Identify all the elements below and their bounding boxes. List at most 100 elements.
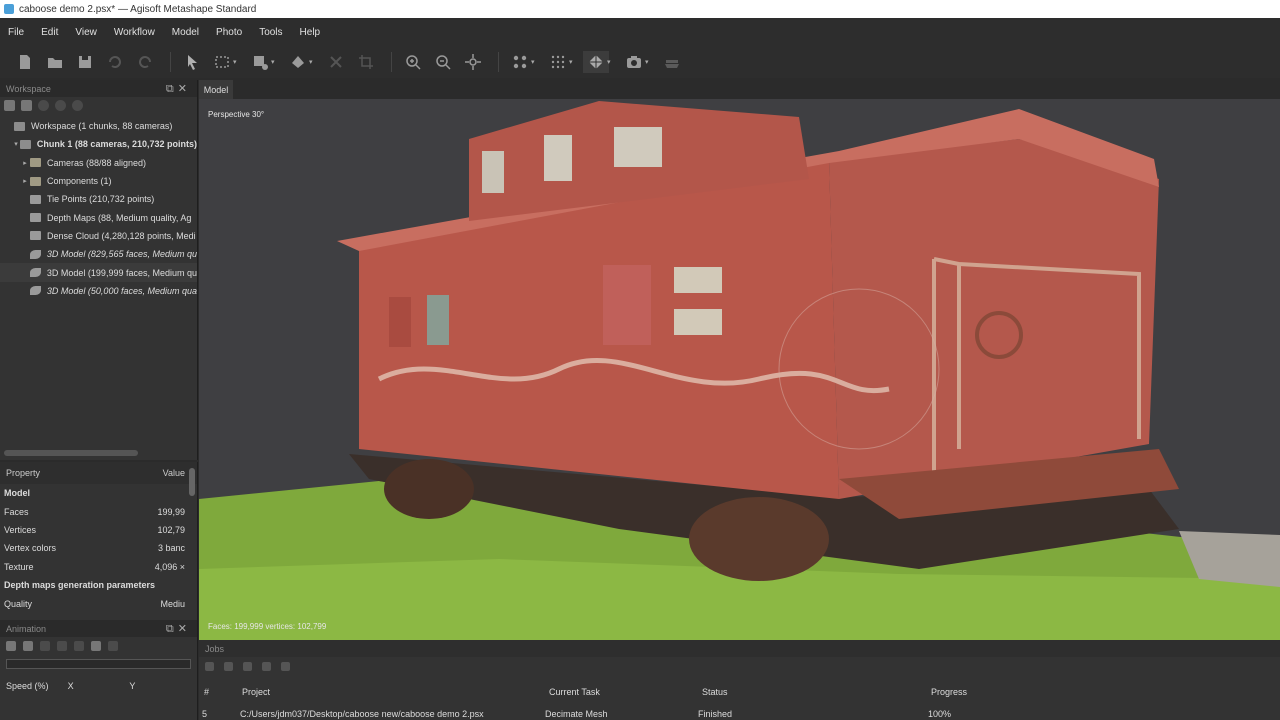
tree-item[interactable]: 3D Model (50,000 faces, Medium qua bbox=[0, 282, 197, 300]
zoom-in-icon[interactable] bbox=[400, 51, 426, 73]
y-column-header: Y bbox=[129, 681, 136, 691]
side-panel bbox=[603, 265, 651, 345]
property-row[interactable]: Texture 4,096 × bbox=[0, 558, 197, 576]
chevron-down-icon[interactable]: ▾ bbox=[233, 58, 241, 66]
remove-item-icon[interactable] bbox=[38, 99, 49, 111]
property-group-row[interactable]: Depth maps generation parameters bbox=[0, 576, 197, 594]
remove-job-icon[interactable] bbox=[243, 661, 252, 671]
settings-gear-icon[interactable] bbox=[91, 641, 101, 651]
property-value: Mediu bbox=[160, 598, 185, 609]
tree-item[interactable]: Workspace (1 chunks, 88 cameras) bbox=[0, 117, 197, 135]
property-row[interactable]: Vertices 102,79 bbox=[0, 521, 197, 539]
tree-item[interactable]: 3D Model (829,565 faces, Medium qu bbox=[0, 245, 197, 263]
point-cloud-icon[interactable] bbox=[507, 51, 533, 73]
chevron-down-icon[interactable]: ▾ bbox=[531, 58, 539, 66]
model-tab-bar: Model bbox=[199, 80, 1280, 99]
undo-icon[interactable] bbox=[102, 51, 128, 73]
workspace-hscrollbar[interactable] bbox=[4, 450, 138, 456]
side-window bbox=[427, 295, 449, 345]
menu-file[interactable]: File bbox=[8, 27, 24, 38]
panel-float-close-icon[interactable]: ⧉✕ bbox=[166, 622, 191, 636]
layers-icon[interactable] bbox=[659, 51, 685, 73]
model-view-icon[interactable] bbox=[583, 51, 609, 73]
menu-photo[interactable]: Photo bbox=[216, 27, 242, 38]
menu-help[interactable]: Help bbox=[300, 27, 321, 38]
wheel-truck-front bbox=[384, 459, 474, 519]
property-group-row[interactable]: Model bbox=[0, 484, 197, 502]
tree-node-icon bbox=[29, 249, 41, 259]
resize-region-icon[interactable] bbox=[247, 51, 273, 73]
new-file-icon[interactable] bbox=[12, 51, 38, 73]
table-row[interactable]: 5 C:/Users/jdm037/Desktop/caboose new/ca… bbox=[199, 709, 1280, 720]
expand-arrow-icon[interactable]: ▸ bbox=[20, 159, 30, 167]
property-row[interactable]: Quality Mediu bbox=[0, 594, 197, 612]
tree-item[interactable]: Tie Points (210,732 points) bbox=[0, 190, 197, 208]
menu-model[interactable]: Model bbox=[172, 27, 199, 38]
add-keyframe-icon[interactable] bbox=[108, 641, 118, 651]
move-down-icon[interactable] bbox=[281, 661, 290, 671]
menu-edit[interactable]: Edit bbox=[41, 27, 58, 38]
tree-item-label: Workspace (1 chunks, 88 cameras) bbox=[31, 121, 173, 132]
caboose-3d-model[interactable] bbox=[199, 99, 1280, 640]
expand-arrow-icon[interactable]: ▸ bbox=[20, 177, 30, 185]
tree-node-icon bbox=[29, 286, 41, 296]
rotate-object-icon[interactable] bbox=[285, 51, 311, 73]
move-up-icon[interactable] bbox=[262, 661, 271, 671]
stop-job-icon[interactable] bbox=[224, 661, 233, 671]
play-icon[interactable] bbox=[57, 641, 67, 651]
model-stats-label: Faces: 199,999 vertices: 102,799 bbox=[208, 622, 327, 631]
tree-node-icon bbox=[14, 121, 25, 131]
tree-item[interactable]: ▸ Components (1) bbox=[0, 172, 197, 190]
new-track-icon[interactable] bbox=[6, 641, 16, 651]
chevron-down-icon[interactable]: ▾ bbox=[569, 58, 577, 66]
dense-cloud-icon[interactable] bbox=[545, 51, 571, 73]
open-track-icon[interactable] bbox=[23, 641, 33, 651]
property-name: Quality bbox=[4, 598, 33, 609]
properties-vscrollbar[interactable] bbox=[189, 468, 195, 496]
property-row[interactable]: Faces 199,99 bbox=[0, 502, 197, 520]
main-toolbar: ▾ ▾ ▾ ▾ ▾ ▾ ▾ bbox=[0, 46, 1280, 78]
menu-tools[interactable]: Tools bbox=[259, 27, 282, 38]
delete-selection-icon[interactable] bbox=[323, 51, 349, 73]
property-value: 199,99 bbox=[157, 506, 185, 517]
reset-view-icon[interactable] bbox=[460, 51, 486, 73]
tree-item[interactable]: 3D Model (199,999 faces, Medium qu bbox=[0, 263, 197, 282]
navigation-cursor-icon[interactable] bbox=[179, 51, 205, 73]
jobs-col-project: Project bbox=[242, 687, 271, 697]
zoom-out-icon[interactable] bbox=[430, 51, 456, 73]
properties-header: Property Value bbox=[0, 462, 197, 484]
tree-item[interactable]: Depth Maps (88, Medium quality, Ag bbox=[0, 208, 197, 226]
tree-item[interactable]: Dense Cloud (4,280,128 points, Medi bbox=[0, 227, 197, 245]
enable-item-icon[interactable] bbox=[55, 99, 66, 111]
animation-timeline-slider[interactable] bbox=[6, 659, 191, 669]
stop-icon[interactable] bbox=[74, 641, 84, 651]
tab-model[interactable]: Model bbox=[199, 80, 233, 99]
tree-item[interactable]: ▸ Cameras (88/88 aligned) bbox=[0, 154, 197, 172]
expand-arrow-icon[interactable]: ▾ bbox=[12, 140, 20, 148]
save-icon[interactable] bbox=[72, 51, 98, 73]
crop-selection-icon[interactable] bbox=[353, 51, 379, 73]
value-column-header: Value bbox=[162, 468, 185, 478]
model-viewport[interactable]: Perspective 30° Faces: 199,999 vertices:… bbox=[199, 99, 1280, 640]
chevron-down-icon[interactable]: ▾ bbox=[271, 58, 279, 66]
menu-workflow[interactable]: Workflow bbox=[114, 27, 155, 38]
save-track-icon[interactable] bbox=[40, 641, 50, 651]
disable-item-icon[interactable] bbox=[72, 99, 83, 111]
job-task: Decimate Mesh bbox=[545, 709, 608, 719]
add-photos-icon[interactable] bbox=[21, 99, 32, 111]
property-value: 3 banc bbox=[157, 543, 185, 554]
chevron-down-icon[interactable]: ▾ bbox=[607, 58, 615, 66]
panel-float-close-icon[interactable]: ⧉✕ bbox=[166, 82, 191, 96]
add-chunk-icon[interactable] bbox=[4, 99, 15, 111]
tree-item[interactable]: ▾ Chunk 1 (88 cameras, 210,732 points) bbox=[0, 135, 197, 153]
camera-icon[interactable] bbox=[621, 51, 647, 73]
property-row[interactable]: Vertex colors 3 banc bbox=[0, 539, 197, 557]
rectangle-selection-icon[interactable] bbox=[209, 51, 235, 73]
chevron-down-icon[interactable]: ▾ bbox=[309, 58, 317, 66]
open-folder-icon[interactable] bbox=[42, 51, 68, 73]
property-name: Vertices bbox=[4, 524, 37, 535]
menu-view[interactable]: View bbox=[75, 27, 97, 38]
start-job-icon[interactable] bbox=[205, 661, 214, 671]
redo-icon[interactable] bbox=[132, 51, 158, 73]
chevron-down-icon[interactable]: ▾ bbox=[645, 58, 653, 66]
